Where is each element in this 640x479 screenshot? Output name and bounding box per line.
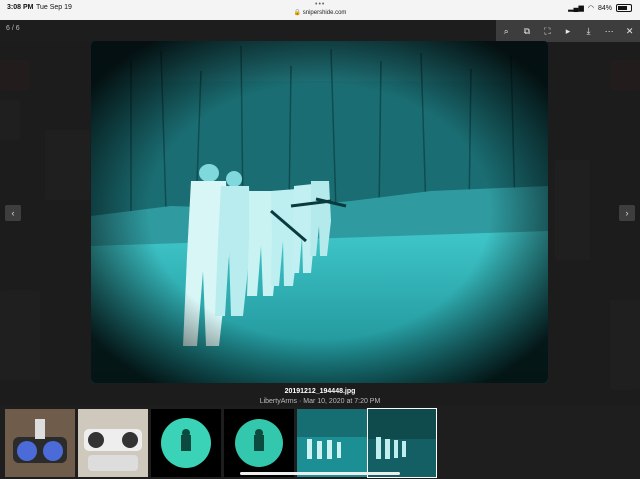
battery-percent: 84% bbox=[597, 4, 612, 12]
play-icon[interactable]: ▸ bbox=[561, 26, 575, 37]
image-filename: 20191212_194448.jpg bbox=[284, 388, 356, 395]
image-meta: LibertyArms · Mar 10, 2020 at 7:20 PM bbox=[259, 398, 381, 405]
thumb-night-vision-goggles-2[interactable] bbox=[78, 409, 148, 477]
thumb-target-green-2[interactable] bbox=[224, 409, 294, 477]
url-text: snipershide.com bbox=[302, 10, 347, 16]
night-vision-photo bbox=[91, 41, 548, 383]
address-bar[interactable]: 🔒 snipershide.com bbox=[0, 9, 640, 16]
battery-icon bbox=[616, 4, 632, 12]
fullscreen-icon[interactable]: ⛶ bbox=[540, 26, 554, 37]
image-counter: 6 / 6 bbox=[6, 25, 20, 32]
target-icon bbox=[151, 409, 221, 477]
status-bar: 3:08 PM Tue Sep 19 ••• 🔒 snipershide.com… bbox=[0, 0, 640, 20]
thumb-range-night-5[interactable] bbox=[297, 409, 367, 477]
goggles-icon bbox=[78, 409, 148, 477]
thumb-range-night-6[interactable] bbox=[367, 408, 437, 478]
lightbox-toolbar: ⌕ ⧉ ⛶ ▸ ⤓ ⋯ ✕ bbox=[496, 20, 640, 42]
lock-icon: 🔒 bbox=[293, 10, 302, 16]
home-indicator[interactable] bbox=[240, 472, 400, 475]
close-icon[interactable]: ✕ bbox=[623, 26, 637, 37]
download-icon[interactable]: ⤓ bbox=[582, 26, 596, 37]
range-photo-icon bbox=[368, 409, 436, 477]
multitask-dots-icon[interactable]: ••• bbox=[315, 1, 325, 8]
signal-icon: ▂▄▆ bbox=[568, 5, 584, 12]
share-icon[interactable]: ⧉ bbox=[520, 26, 534, 37]
search-icon[interactable]: ⌕ bbox=[499, 26, 513, 37]
thumb-night-vision-goggles-1[interactable] bbox=[5, 409, 75, 477]
thumb-target-green-1[interactable] bbox=[151, 409, 221, 477]
range-photo-icon bbox=[297, 409, 367, 477]
target-icon bbox=[224, 409, 294, 477]
main-image[interactable] bbox=[91, 41, 548, 383]
prev-image-button[interactable]: ‹ bbox=[5, 205, 21, 221]
goggles-icon bbox=[5, 409, 75, 477]
next-image-button[interactable]: › bbox=[619, 205, 635, 221]
wifi-icon: ◠ bbox=[587, 5, 594, 12]
more-icon[interactable]: ⋯ bbox=[602, 26, 616, 37]
